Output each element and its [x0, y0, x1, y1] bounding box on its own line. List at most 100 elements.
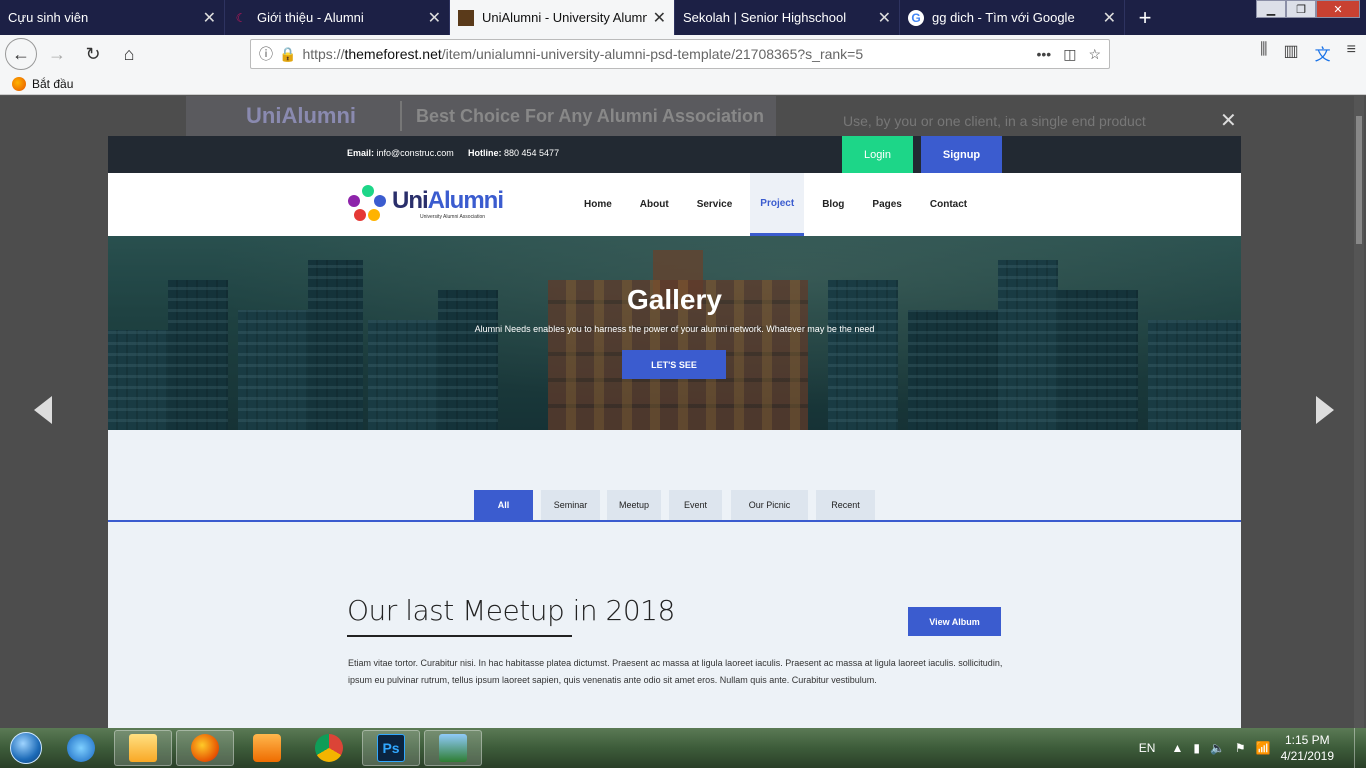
scrollbar-thumb[interactable]	[1356, 116, 1362, 244]
chrome-icon	[315, 734, 343, 762]
url-bar[interactable]: ⓘ 🔒 https://themeforest.net/item/unialum…	[250, 39, 1110, 69]
power-icon[interactable]: ▮	[1193, 741, 1200, 755]
menu-item-project[interactable]: Project	[750, 173, 805, 236]
vertical-scrollbar[interactable]	[1354, 96, 1364, 728]
taskbar-firefox[interactable]	[176, 730, 234, 766]
hotline-value: 880 454 5477	[504, 148, 560, 158]
site-header: UniAlumni University Alumni Association …	[108, 173, 1241, 236]
internet-explorer-icon	[67, 734, 95, 762]
url-path: /item/unialumni-university-alumni-psd-te…	[441, 46, 864, 62]
back-arrow-icon[interactable]: ←	[5, 38, 37, 70]
tab-sekolah[interactable]: Sekolah | Senior Highschool ✕	[675, 0, 900, 35]
close-icon[interactable]: ✕	[428, 8, 441, 28]
site-top-bar: Email: info@construc.com Hotline: 880 45…	[108, 136, 1241, 173]
close-icon[interactable]: ✕	[203, 8, 216, 28]
new-tab-button[interactable]: +	[1125, 0, 1165, 35]
flag-icon[interactable]: ⚑	[1235, 741, 1246, 755]
site-logo[interactable]: UniAlumni University Alumni Association	[346, 183, 504, 225]
taskbar-media-player[interactable]	[238, 730, 296, 766]
minimize-button[interactable]: ▁	[1256, 0, 1286, 18]
language-indicator[interactable]: EN	[1139, 741, 1156, 755]
home-icon[interactable]: ⌂	[113, 38, 145, 70]
view-album-button[interactable]: View Album	[908, 607, 1001, 636]
tab-label: Giới thiệu - Alumni	[257, 10, 364, 25]
lets-see-button[interactable]: LET'S SEE	[622, 350, 726, 379]
reload-icon[interactable]: ↻	[77, 38, 109, 70]
menu-item-service[interactable]: Service	[687, 173, 743, 236]
menu-item-pages[interactable]: Pages	[862, 173, 911, 236]
filter-meetup[interactable]: Meetup	[607, 490, 661, 520]
taskbar-image-viewer[interactable]	[424, 730, 482, 766]
translate-icon[interactable]: 文	[1315, 41, 1331, 65]
taskbar-internet-explorer[interactable]	[52, 730, 110, 766]
tab-unialumni[interactable]: UniAlumni - University Alumni ✕	[450, 0, 675, 35]
email-contact: Email: info@construc.com	[347, 148, 454, 158]
system-tray: EN ▲ ▮ 🔈 ⚑ 📶 1:15 PM 4/21/2019	[1139, 728, 1366, 768]
filter-our-picnic[interactable]: Our Picnic	[731, 490, 808, 520]
background-tagline: Best Choice For Any Alumni Association	[416, 105, 765, 126]
taskbar-file-explorer[interactable]	[114, 730, 172, 766]
filter-seminar[interactable]: Seminar	[541, 490, 600, 520]
background-side-text: Use, by you or one client, in a single e…	[843, 113, 1146, 129]
previous-arrow-icon[interactable]	[34, 396, 52, 424]
clock-date: 4/21/2019	[1280, 749, 1334, 763]
url-text[interactable]: https://themeforest.net/item/unialumni-u…	[302, 46, 1036, 62]
menu-item-home[interactable]: Home	[574, 173, 622, 236]
volume-icon[interactable]: 🔈	[1210, 741, 1225, 755]
taskbar-photoshop[interactable]: Ps	[362, 730, 420, 766]
background-logo: UniAlumni	[246, 103, 356, 128]
url-prefix: https://	[302, 46, 345, 62]
tab-label: gg dich - Tìm với Google	[932, 10, 1075, 25]
browser-tab-bar: Cựu sinh viên ✕ ☾ Giới thiệu - Alumni ✕ …	[0, 0, 1366, 35]
bookmark-getting-started[interactable]: Bắt đầu	[32, 77, 73, 91]
signup-button[interactable]: Signup	[921, 136, 1002, 173]
close-icon[interactable]: ✕	[1103, 8, 1116, 28]
themeforest-icon	[458, 9, 474, 26]
menu-icon[interactable]: ≡	[1347, 41, 1356, 65]
window-close-button[interactable]: ✕	[1316, 0, 1360, 18]
image-viewer-icon	[439, 734, 467, 762]
windows-taskbar: Ps EN ▲ ▮ 🔈 ⚑ 📶 1:15 PM 4/21/2019	[0, 728, 1366, 768]
email-value[interactable]: info@construc.com	[377, 148, 454, 158]
firefox-icon	[12, 76, 26, 91]
sidebar-icon[interactable]: ▥	[1284, 41, 1299, 65]
show-desktop-button[interactable]	[1354, 728, 1366, 768]
show-hidden-icons-icon[interactable]: ▲	[1171, 741, 1183, 755]
clock-time: 1:15 PM	[1284, 733, 1330, 747]
filter-recent[interactable]: Recent	[816, 490, 875, 520]
tab-cuu-sinh-vien[interactable]: Cựu sinh viên ✕	[0, 0, 225, 35]
login-button[interactable]: Login	[842, 136, 913, 173]
filter-event[interactable]: Event	[669, 490, 722, 520]
hotline-contact: Hotline: 880 454 5477	[468, 148, 559, 158]
info-icon[interactable]: ⓘ	[259, 44, 273, 64]
clock[interactable]: 1:15 PM 4/21/2019	[1281, 732, 1334, 764]
logo-subtitle: University Alumni Association	[420, 214, 486, 220]
close-icon[interactable]: ✕	[653, 8, 666, 28]
library-icon[interactable]: ⫼	[1260, 41, 1267, 65]
navigation-toolbar: ← → ↻ ⌂ ⓘ 🔒 https://themeforest.net/item…	[0, 35, 1366, 73]
menu-item-contact[interactable]: Contact	[920, 173, 977, 236]
start-button[interactable]	[4, 728, 48, 768]
tab-gg-dich[interactable]: G gg dich - Tìm với Google ✕	[900, 0, 1125, 35]
window-controls: ▁ ❐ ✕	[1256, 0, 1360, 18]
next-arrow-icon[interactable]	[1316, 396, 1334, 424]
close-icon[interactable]: ✕	[878, 8, 891, 28]
taskbar-chrome[interactable]	[300, 730, 358, 766]
bookmark-star-icon[interactable]: ☆	[1088, 46, 1101, 63]
main-menu: Home About Service Project Blog Pages Co…	[574, 173, 985, 236]
bookmarks-toolbar: Bắt đầu	[0, 73, 1366, 95]
media-player-icon	[253, 734, 281, 762]
firefox-icon	[191, 734, 219, 762]
page-actions-icon[interactable]: •••	[1036, 46, 1051, 63]
filter-all[interactable]: All	[474, 490, 533, 520]
network-icon[interactable]: 📶	[1256, 741, 1271, 755]
forward-arrow-icon[interactable]: →	[41, 38, 73, 70]
maximize-button[interactable]: ❐	[1286, 0, 1316, 18]
lightbox-close-icon[interactable]: ✕	[1220, 108, 1237, 133]
menu-item-about[interactable]: About	[630, 173, 679, 236]
tab-gioi-thieu[interactable]: ☾ Giới thiệu - Alumni ✕	[225, 0, 450, 35]
menu-item-blog[interactable]: Blog	[812, 173, 854, 236]
pocket-icon[interactable]: ◫	[1063, 46, 1076, 63]
page-viewport: UniAlumni Best Choice For Any Alumni Ass…	[0, 96, 1366, 728]
google-icon: G	[908, 9, 924, 26]
